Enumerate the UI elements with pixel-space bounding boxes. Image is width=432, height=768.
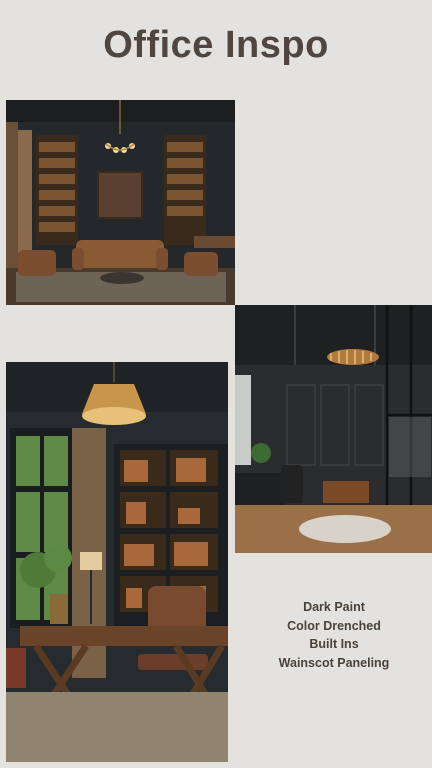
page-title: Office Inspo xyxy=(103,24,329,66)
feature-item: Dark Paint xyxy=(303,600,365,614)
office-photo-paneled xyxy=(235,305,432,553)
feature-item: Wainscot Paneling xyxy=(278,655,390,670)
feature-item: Color Drenched xyxy=(287,618,381,633)
office-photo-library xyxy=(6,100,235,305)
office-photo-desk xyxy=(6,362,228,762)
feature-list: Dark Paint Color Drenched Built Ins Wain… xyxy=(244,598,424,672)
feature-item: Built Ins xyxy=(309,637,359,651)
